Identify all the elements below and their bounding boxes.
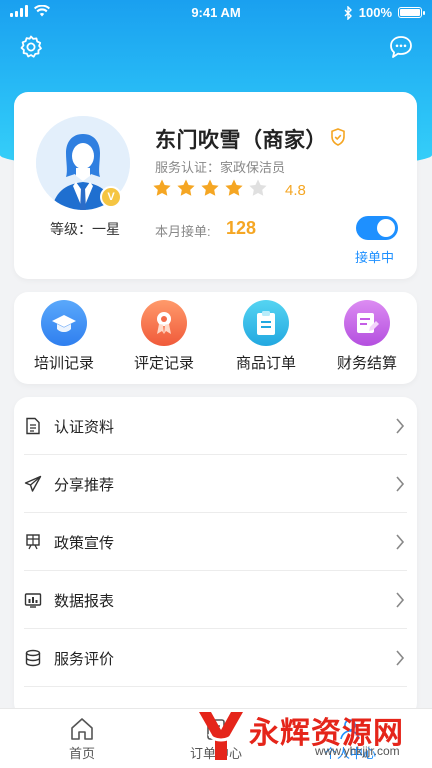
tab-label: 首页	[68, 746, 95, 761]
monthly-orders-count: 128	[226, 218, 257, 238]
database-icon	[25, 649, 41, 667]
quick-action-product-orders[interactable]: 商品订单	[221, 300, 311, 373]
menu-item-certification[interactable]: 认证资料	[14, 397, 417, 455]
menu-item-label: 政策宣传	[54, 535, 115, 552]
star-filled-icon	[201, 179, 219, 196]
star-filled-icon	[177, 179, 195, 196]
star-rating	[152, 178, 268, 198]
battery-percent: 100%	[358, 5, 392, 20]
service-certification: 服务认证：家政保洁员	[155, 160, 286, 175]
quick-action-training[interactable]: 培训记录	[19, 300, 109, 373]
note-edit-icon	[344, 300, 390, 346]
merchant-name: 东门吹雪（商家）	[155, 129, 327, 152]
menu-item-policy[interactable]: 政策宣传	[14, 513, 417, 571]
menu-item-label: 数据报表	[54, 593, 115, 610]
menu-item-data-report[interactable]: 数据报表	[14, 571, 417, 629]
quick-action-label: 财务结算	[336, 355, 397, 372]
chevron-right-icon	[396, 418, 405, 434]
document-icon	[26, 417, 40, 435]
member-level: 等级：一星	[50, 221, 120, 237]
bluetooth-icon	[344, 5, 352, 20]
paper-plane-icon	[24, 475, 42, 492]
menu-item-service-review[interactable]: 服务评价	[14, 629, 417, 687]
monthly-orders-label: 本月接单:	[155, 224, 211, 239]
settings-menu: 认证资料 分享推荐 政策宣传 数据报表 服务评价	[14, 397, 417, 717]
menu-item-share[interactable]: 分享推荐	[14, 455, 417, 513]
menu-item-label: 分享推荐	[54, 477, 115, 494]
menu-item-label: 服务评价	[54, 651, 115, 668]
accept-orders-status: 接单中	[355, 250, 395, 265]
star-filled-icon	[225, 179, 243, 196]
chevron-right-icon	[396, 592, 405, 608]
accept-orders-toggle[interactable]	[356, 216, 398, 240]
quick-action-finance[interactable]: 财务结算	[322, 300, 412, 373]
quick-action-evaluation[interactable]: 评定记录	[119, 300, 209, 373]
watermark: 永辉资源网 www.yhkjjjr.com	[195, 706, 432, 768]
watermark-logo-icon	[199, 712, 243, 760]
rating-score: 4.8	[285, 182, 306, 199]
quick-action-label: 评定记录	[133, 355, 194, 372]
chevron-right-icon	[396, 650, 405, 666]
status-bar: 9:41 AM 100%	[0, 0, 432, 26]
report-icon	[24, 593, 42, 608]
quick-actions-panel: 培训记录 评定记录 商品订单 财务结算	[14, 292, 417, 384]
graduation-cap-icon	[41, 300, 87, 346]
chevron-right-icon	[396, 534, 405, 550]
quick-action-label: 商品订单	[235, 355, 296, 372]
menu-item-label: 认证资料	[54, 419, 115, 436]
divider	[24, 686, 407, 687]
settings-gear-icon[interactable]	[18, 34, 44, 60]
battery-icon	[398, 7, 425, 18]
vip-medal-icon: V	[100, 186, 122, 208]
badge-icon	[141, 300, 187, 346]
star-filled-icon	[153, 179, 171, 196]
message-icon[interactable]	[388, 34, 414, 60]
clipboard-icon	[243, 300, 289, 346]
verified-shield-icon	[331, 128, 345, 146]
policy-icon	[26, 534, 40, 550]
watermark-url: www.yhkjjjr.com	[315, 744, 400, 758]
star-empty-icon	[249, 179, 267, 196]
chevron-right-icon	[396, 476, 405, 492]
tab-home[interactable]: 首页	[32, 715, 132, 762]
home-icon	[71, 718, 93, 740]
quick-action-label: 培训记录	[33, 355, 94, 372]
